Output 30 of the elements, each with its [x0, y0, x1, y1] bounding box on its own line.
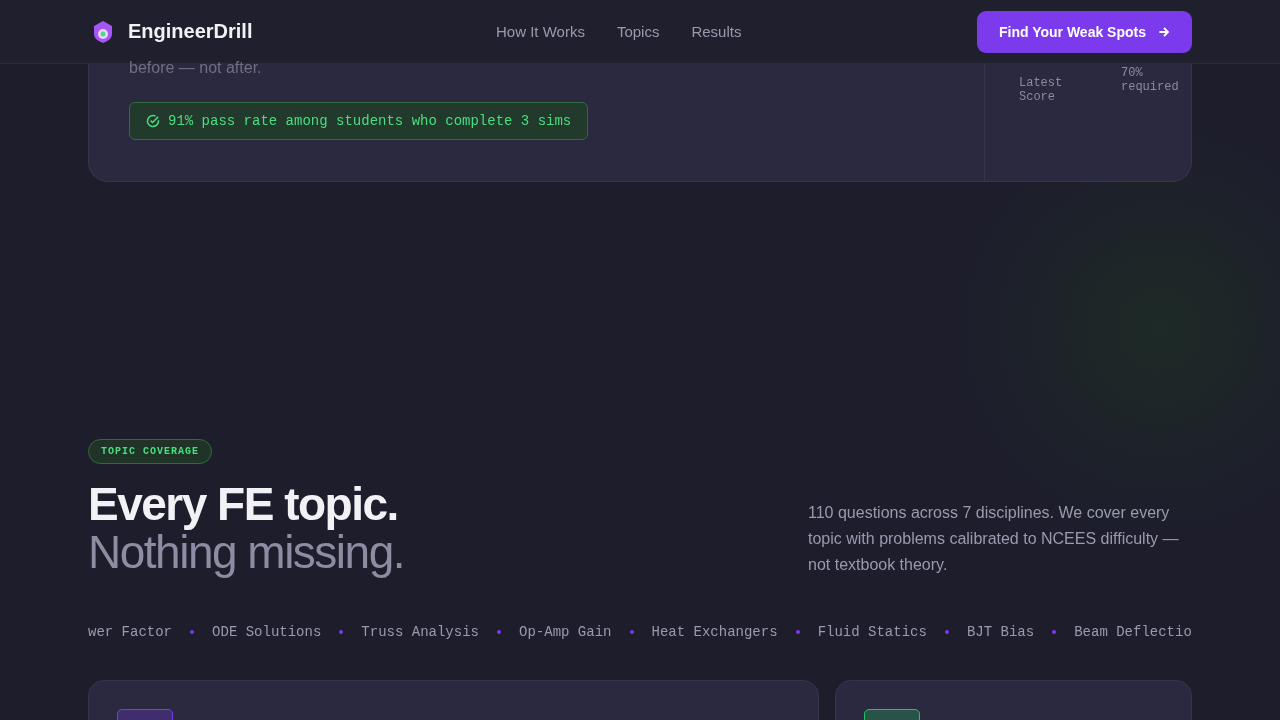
brand-name[interactable]: EngineerDrill [128, 20, 253, 43]
shield-logo-icon [92, 19, 114, 44]
dot-icon [944, 630, 949, 634]
dot-icon [795, 630, 800, 634]
arrow-right-icon [1158, 25, 1170, 38]
dot-icon [629, 630, 634, 634]
topic-label: Heat Exchangers [651, 624, 778, 640]
pass-rate-badge: 91% pass rate among students who complete 3 sims [129, 102, 589, 140]
dot-icon [1052, 630, 1057, 634]
topic-label: BJT Bias [966, 624, 1035, 640]
topic-label: Beam Deflectio [1074, 624, 1192, 640]
section-description: 110 questions across 7 disciplines. We cover every topic with problems calibrated to NCEES difficulty — not textbook theory. [808, 503, 1180, 575]
score-note: 70% required [1121, 66, 1180, 94]
dot-icon [190, 630, 195, 634]
topic-label: Truss Analysis [361, 624, 479, 640]
section-title: Every FE topic. [88, 480, 399, 528]
nav-link[interactable]: Topics [616, 23, 660, 40]
score-label: Latest Score [1019, 76, 1064, 104]
topic-label: Op-Amp Gain [519, 624, 612, 640]
intro-text: before — not after. [129, 58, 263, 78]
topic-label: ODE Solutions [212, 624, 322, 640]
cta-button[interactable]: Find Your Weak Spots [976, 10, 1192, 53]
topic-label: Fluid Statics [817, 624, 927, 640]
section-tag: TOPIC COVERAGE [88, 439, 212, 464]
nav-link[interactable]: How It Works [496, 23, 585, 40]
nav-link[interactable]: Results [691, 23, 742, 40]
dot-icon [497, 630, 501, 634]
topic-label: wer Factor [88, 624, 172, 640]
dot-icon [339, 630, 344, 634]
check-circle-icon [146, 114, 160, 128]
